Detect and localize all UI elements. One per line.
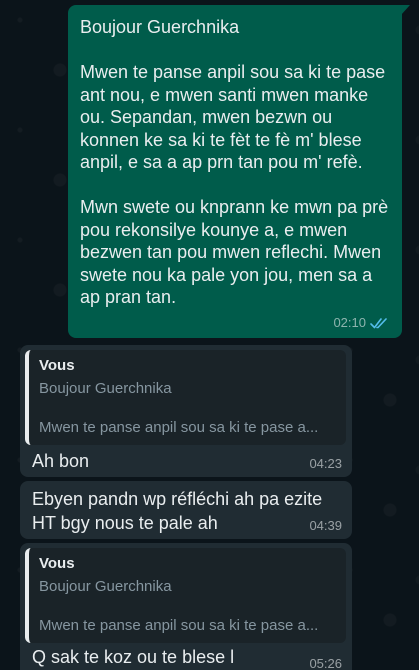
- quote-text-line: Boujour Guerchnika: [39, 380, 172, 397]
- message-text: Ebyen pandn wp réfléchi ah pa ezite HT b…: [32, 489, 323, 533]
- quote-text-line: Boujour Guerchnika: [39, 578, 172, 595]
- incoming-reply-message[interactable]: Vous Boujour Guerchnika Mwen te panse an…: [20, 543, 352, 670]
- message-meta: 02:10: [333, 315, 390, 330]
- message-text: Q sak te koz ou te blese l: [32, 647, 235, 667]
- incoming-message[interactable]: Ebyen pandn wp réfléchi ah pa ezite HT b…: [20, 481, 352, 539]
- message-time: 02:10: [333, 315, 366, 330]
- incoming-reply-message[interactable]: Vous Boujour Guerchnika Mwen te panse an…: [20, 345, 352, 477]
- quote-author: Vous: [39, 555, 75, 572]
- message-meta: 04:39: [309, 518, 342, 533]
- bubble-tail: [401, 5, 410, 15]
- chat-message-list[interactable]: Boujour Guerchnika Mwen te panse anpil s…: [0, 0, 419, 670]
- quote-author: Vous: [39, 357, 75, 374]
- message-meta: 05:26: [309, 656, 342, 670]
- double-check-read-icon: [370, 317, 387, 328]
- quote-text-line: Mwen te panse anpil sou sa ki te pase a.…: [39, 617, 319, 634]
- message-time: 05:26: [309, 656, 342, 670]
- quote-text-line: Mwen te panse anpil sou sa ki te pase a.…: [39, 419, 319, 436]
- quoted-message[interactable]: Vous Boujour Guerchnika Mwen te panse an…: [25, 350, 346, 445]
- outgoing-message[interactable]: Boujour Guerchnika Mwen te panse anpil s…: [68, 5, 410, 338]
- message-time: 04:23: [309, 456, 342, 471]
- message-time: 04:39: [309, 518, 342, 533]
- message-meta: 04:23: [309, 456, 342, 471]
- message-text: Ah bon: [32, 451, 90, 471]
- message-text: Boujour Guerchnika Mwen te panse anpil s…: [80, 17, 389, 307]
- quoted-message[interactable]: Vous Boujour Guerchnika Mwen te panse an…: [25, 548, 346, 643]
